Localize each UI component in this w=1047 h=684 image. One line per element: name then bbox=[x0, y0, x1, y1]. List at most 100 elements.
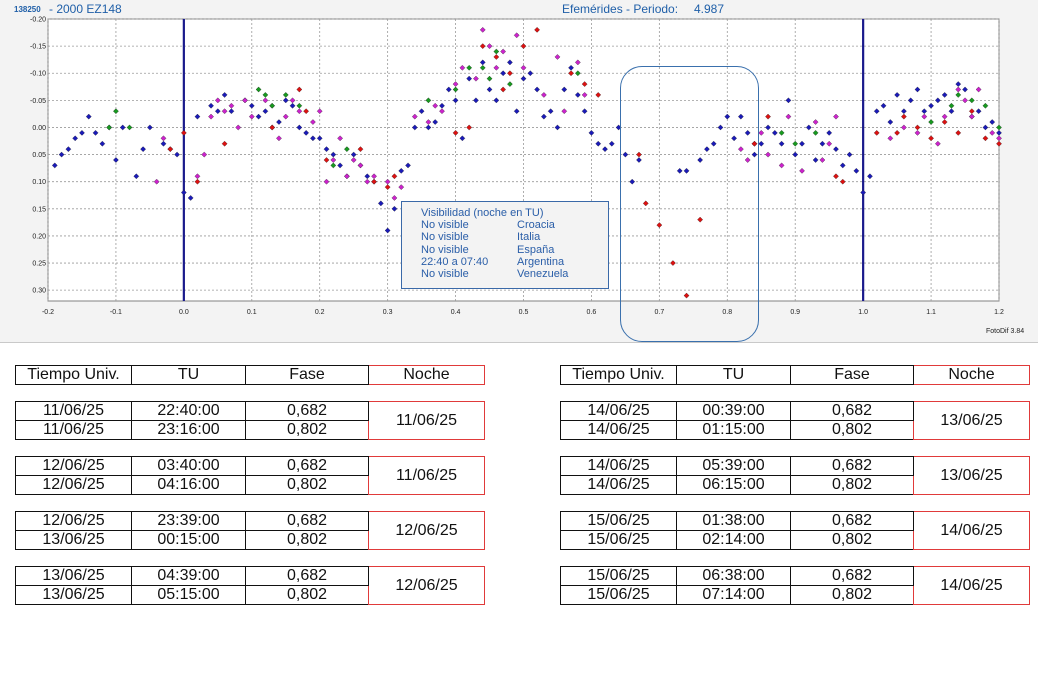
noche-cell: 14/06/25 bbox=[913, 566, 1030, 605]
column-header: Noche bbox=[368, 365, 485, 385]
table-header-row: Tiempo Univ. TU Fase Noche bbox=[15, 365, 485, 385]
table-cell: 22:40:00 bbox=[131, 401, 246, 421]
x-tick-label: 0.4 bbox=[451, 309, 461, 316]
visibility-time: No visible bbox=[421, 231, 469, 243]
table-cell: 0,802 bbox=[245, 585, 369, 605]
y-tick-label: 0.25 bbox=[32, 261, 46, 268]
visibility-time: 22:40 a 07:40 bbox=[421, 256, 489, 268]
table-cell: 05:15:00 bbox=[131, 585, 246, 605]
visibility-country: Italia bbox=[517, 231, 541, 243]
table-cell: 0,802 bbox=[790, 420, 914, 440]
table-cell: 0,802 bbox=[790, 530, 914, 550]
column-header: Noche bbox=[913, 365, 1030, 385]
noche-cell: 14/06/25 bbox=[913, 511, 1030, 550]
visibility-country: Croacia bbox=[517, 219, 555, 231]
table-cell: 13/06/25 bbox=[15, 585, 132, 605]
chart-panel: 138250 - 2000 EZ148 Efemérides - Periodo… bbox=[0, 0, 1038, 343]
table-cell: 0,682 bbox=[790, 456, 914, 476]
phase-window-highlight bbox=[620, 66, 759, 342]
table-cell: 23:39:00 bbox=[131, 511, 246, 531]
table-cell: 11/06/25 bbox=[15, 420, 132, 440]
table-cell: 14/06/25 bbox=[560, 456, 677, 476]
table-cell: 15/06/25 bbox=[560, 585, 677, 605]
table-cell: 0,682 bbox=[790, 566, 914, 586]
column-header: Fase bbox=[790, 365, 914, 385]
column-header: Tiempo Univ. bbox=[560, 365, 677, 385]
table-row: 11/06/25 22:40:00 0,682 11/06/25 bbox=[15, 401, 485, 440]
table-cell: 11/06/25 bbox=[15, 401, 132, 421]
ephemeris-table-left: Tiempo Univ. TU Fase Noche 11/06/25 22:40:00 0… bbox=[15, 365, 485, 605]
table-cell: 04:39:00 bbox=[131, 566, 246, 586]
y-tick-label: 0.05 bbox=[32, 152, 46, 159]
table-row: 14/06/25 00:39:00 0,682 13/06/25 bbox=[560, 401, 1030, 440]
table-cell: 0,682 bbox=[790, 511, 914, 531]
table-cell: 15/06/25 bbox=[560, 530, 677, 550]
noche-cell: 12/06/25 bbox=[368, 566, 485, 605]
table-row: 14/06/25 05:39:00 0,682 13/06/25 bbox=[560, 456, 1030, 495]
y-tick-label: -0.10 bbox=[30, 71, 46, 78]
visibility-box: Visibilidad (noche en TU) No visible Croa… bbox=[401, 201, 609, 289]
y-tick-label: -0.05 bbox=[30, 98, 46, 105]
table-cell: 12/06/25 bbox=[15, 511, 132, 531]
column-header: TU bbox=[676, 365, 791, 385]
table-row: 15/06/25 06:38:00 0,682 14/06/25 bbox=[560, 566, 1030, 605]
y-tick-label: 0.00 bbox=[32, 125, 46, 132]
table-cell: 06:38:00 bbox=[676, 566, 791, 586]
y-tick-label: 0.30 bbox=[32, 288, 46, 295]
table-cell: 15/06/25 bbox=[560, 566, 677, 586]
table-cell: 05:39:00 bbox=[676, 456, 791, 476]
table-cell: 02:14:00 bbox=[676, 530, 791, 550]
column-header: Fase bbox=[245, 365, 369, 385]
x-tick-label: 1.2 bbox=[994, 309, 1004, 316]
noche-cell: 11/06/25 bbox=[368, 456, 485, 495]
x-tick-label: 0.9 bbox=[790, 309, 800, 316]
column-header: TU bbox=[131, 365, 246, 385]
noche-cell: 13/06/25 bbox=[913, 401, 1030, 440]
visibility-time: No visible bbox=[421, 219, 469, 231]
table-cell: 00:15:00 bbox=[131, 530, 246, 550]
y-tick-label: -0.20 bbox=[30, 17, 46, 24]
x-tick-label: 0.0 bbox=[179, 309, 189, 316]
table-cell: 07:14:00 bbox=[676, 585, 791, 605]
software-credit: FotoDif 3.84 bbox=[986, 328, 1025, 335]
table-row: 13/06/25 04:39:00 0,682 12/06/25 bbox=[15, 566, 485, 605]
x-tick-label: 0.6 bbox=[587, 309, 597, 316]
table-cell: 04:16:00 bbox=[131, 475, 246, 495]
visibility-country: Venezuela bbox=[517, 268, 569, 280]
table-cell: 23:16:00 bbox=[131, 420, 246, 440]
table-header-row: Tiempo Univ. TU Fase Noche bbox=[560, 365, 1030, 385]
table-cell: 0,682 bbox=[245, 456, 369, 476]
x-tick-label: -0.2 bbox=[42, 309, 54, 316]
x-tick-label: 0.2 bbox=[315, 309, 325, 316]
visibility-title: Visibilidad (noche en TU) bbox=[421, 207, 544, 219]
table-cell: 01:38:00 bbox=[676, 511, 791, 531]
table-cell: 06:15:00 bbox=[676, 475, 791, 495]
table-row: 15/06/25 01:38:00 0,682 14/06/25 bbox=[560, 511, 1030, 550]
visibility-country: España bbox=[517, 244, 555, 256]
x-tick-label: 0.3 bbox=[383, 309, 393, 316]
column-header: Tiempo Univ. bbox=[15, 365, 132, 385]
y-tick-label: -0.15 bbox=[30, 44, 46, 51]
noche-cell: 12/06/25 bbox=[368, 511, 485, 550]
table-row: 12/06/25 23:39:00 0,682 12/06/25 bbox=[15, 511, 485, 550]
table-cell: 0,802 bbox=[245, 530, 369, 550]
table-cell: 0,682 bbox=[245, 566, 369, 586]
table-cell: 0,802 bbox=[245, 420, 369, 440]
table-cell: 12/06/25 bbox=[15, 475, 132, 495]
x-tick-label: 0.5 bbox=[519, 309, 529, 316]
table-cell: 13/06/25 bbox=[15, 566, 132, 586]
table-cell: 0,682 bbox=[245, 401, 369, 421]
x-tick-label: 1.1 bbox=[926, 309, 936, 316]
phase-plot: -0.2 -0.1 0.0 0.1 0.2 0.3 0.4 0.5 0.6 0.7 0.8 0.9 1.… bbox=[30, 17, 1004, 317]
x-tick-label: 1.0 bbox=[858, 309, 868, 316]
table-cell: 14/06/25 bbox=[560, 420, 677, 440]
x-tick-label: -0.1 bbox=[110, 309, 122, 316]
table-cell: 13/06/25 bbox=[15, 530, 132, 550]
table-cell: 15/06/25 bbox=[560, 511, 677, 531]
visibility-country: Argentina bbox=[517, 256, 565, 268]
table-cell: 01:15:00 bbox=[676, 420, 791, 440]
y-tick-label: 0.10 bbox=[32, 179, 46, 186]
table-cell: 0,682 bbox=[790, 401, 914, 421]
x-tick-label: 0.1 bbox=[247, 309, 257, 316]
y-tick-label: 0.20 bbox=[32, 233, 46, 240]
